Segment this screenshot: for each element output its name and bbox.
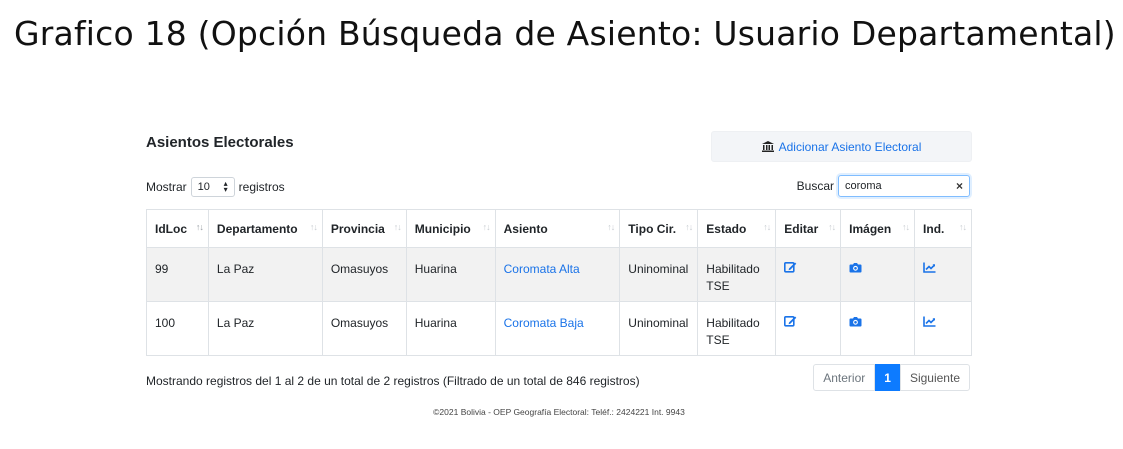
length-suffix: registros bbox=[238, 180, 285, 194]
estado-line-1: Habilitado bbox=[706, 262, 760, 276]
cell-asiento: Coromata Baja bbox=[494, 301, 621, 356]
search-input[interactable]: coroma × bbox=[838, 175, 970, 197]
cell-imagen bbox=[840, 247, 916, 302]
cell-editar bbox=[775, 301, 842, 356]
column-header-tipo[interactable]: Tipo Cir. ↑↓ bbox=[619, 209, 699, 248]
add-asiento-label: Adicionar Asiento Electoral bbox=[778, 139, 922, 154]
table-row: 99 La Paz Omasuyos Huarina Coromata Alta… bbox=[146, 247, 972, 302]
sort-icon: ↑↓ bbox=[195, 222, 204, 232]
cell-idloc: 100 bbox=[146, 301, 209, 356]
estado-line-2: TSE bbox=[706, 333, 730, 347]
edit-icon[interactable] bbox=[784, 261, 797, 278]
cell-departamento: La Paz bbox=[207, 247, 323, 302]
page-title: Asientos Electorales bbox=[146, 134, 294, 151]
column-header-departamento[interactable]: Departamento ↑↓ bbox=[207, 209, 323, 248]
institution-icon bbox=[761, 141, 774, 152]
pagination: Anterior 1 Siguiente bbox=[813, 364, 970, 391]
cell-estado: Habilitado TSE bbox=[697, 301, 777, 356]
column-header-municipio[interactable]: Municipio ↑↓ bbox=[405, 209, 496, 248]
sort-icon: ↑↓ bbox=[309, 222, 318, 232]
sort-icon: ↑↓ bbox=[959, 222, 967, 232]
cell-estado: Habilitado TSE bbox=[697, 247, 777, 302]
table-row: 100 La Paz Omasuyos Huarina Coromata Baj… bbox=[146, 301, 972, 356]
pagination-prev-button[interactable]: Anterior bbox=[813, 364, 876, 391]
column-header-imagen[interactable]: Imágen ↑↓ bbox=[840, 209, 916, 248]
search-label: Buscar bbox=[796, 179, 834, 193]
page-length-control: Mostrar 10 ▴ ▾ registros bbox=[146, 177, 285, 197]
figure-caption: Grafico 18 (Opción Búsqueda de Asiento: … bbox=[14, 14, 1116, 53]
page-footer: ©2021 Bolivia - OEP Geografía Electoral:… bbox=[433, 407, 685, 417]
cell-municipio: Huarina bbox=[405, 247, 496, 302]
cell-idloc: 99 bbox=[146, 247, 209, 302]
pagination-next-button[interactable]: Siguiente bbox=[899, 364, 970, 391]
cell-ind bbox=[914, 301, 972, 356]
chart-line-icon[interactable] bbox=[923, 315, 936, 332]
length-prefix: Mostrar bbox=[146, 180, 187, 194]
clear-search-icon[interactable]: × bbox=[956, 179, 963, 193]
page-length-value: 10 bbox=[197, 181, 210, 193]
asiento-link[interactable]: Coromata Alta bbox=[504, 262, 580, 276]
add-asiento-button[interactable]: Adicionar Asiento Electoral bbox=[711, 131, 972, 162]
cell-provincia: Omasuyos bbox=[321, 301, 407, 356]
asientos-table: IdLoc ↑↓ Departamento ↑↓ Provincia ↑↓ Munic… bbox=[146, 209, 972, 356]
estado-line-2: TSE bbox=[706, 279, 730, 293]
camera-icon[interactable] bbox=[849, 261, 862, 278]
sort-icon: ↑↓ bbox=[685, 222, 693, 232]
sort-icon: ↑↓ bbox=[393, 222, 402, 232]
sort-icon: ↑↓ bbox=[482, 222, 491, 232]
select-arrows-icon: ▴ ▾ bbox=[223, 179, 228, 194]
column-header-idloc[interactable]: IdLoc ↑↓ bbox=[146, 209, 209, 248]
column-header-ind[interactable]: Ind. ↑↓ bbox=[914, 209, 972, 248]
table-info: Mostrando registros del 1 al 2 de un tot… bbox=[146, 374, 640, 388]
cell-imagen bbox=[840, 301, 916, 356]
sort-icon: ↑↓ bbox=[607, 222, 615, 232]
cell-ind bbox=[914, 247, 972, 302]
column-header-editar[interactable]: Editar ↑↓ bbox=[775, 209, 842, 248]
chart-line-icon[interactable] bbox=[923, 261, 936, 278]
cell-tipo: Uninominal bbox=[619, 247, 699, 302]
column-header-estado[interactable]: Estado ↑↓ bbox=[697, 209, 777, 248]
edit-icon[interactable] bbox=[784, 315, 797, 332]
search-input-value: coroma bbox=[845, 180, 882, 192]
cell-tipo: Uninominal bbox=[619, 301, 699, 356]
cell-municipio: Huarina bbox=[405, 301, 496, 356]
sort-icon: ↑↓ bbox=[763, 222, 771, 232]
sort-icon: ↑↓ bbox=[902, 222, 910, 232]
cell-asiento: Coromata Alta bbox=[494, 247, 621, 302]
table-header-row: IdLoc ↑↓ Departamento ↑↓ Provincia ↑↓ Munic… bbox=[146, 209, 972, 248]
cell-editar bbox=[775, 247, 842, 302]
pagination-page-button[interactable]: 1 bbox=[875, 364, 900, 391]
column-header-provincia[interactable]: Provincia ↑↓ bbox=[321, 209, 407, 248]
camera-icon[interactable] bbox=[849, 315, 862, 332]
search-control: Buscar coroma × bbox=[797, 175, 970, 197]
cell-provincia: Omasuyos bbox=[321, 247, 407, 302]
page-length-select[interactable]: 10 ▴ ▾ bbox=[190, 177, 235, 197]
estado-line-1: Habilitado bbox=[706, 316, 760, 330]
column-header-asiento[interactable]: Asiento ↑↓ bbox=[494, 209, 621, 248]
asiento-link[interactable]: Coromata Baja bbox=[504, 316, 584, 330]
cell-departamento: La Paz bbox=[207, 301, 323, 356]
sort-icon: ↑↓ bbox=[828, 222, 836, 232]
